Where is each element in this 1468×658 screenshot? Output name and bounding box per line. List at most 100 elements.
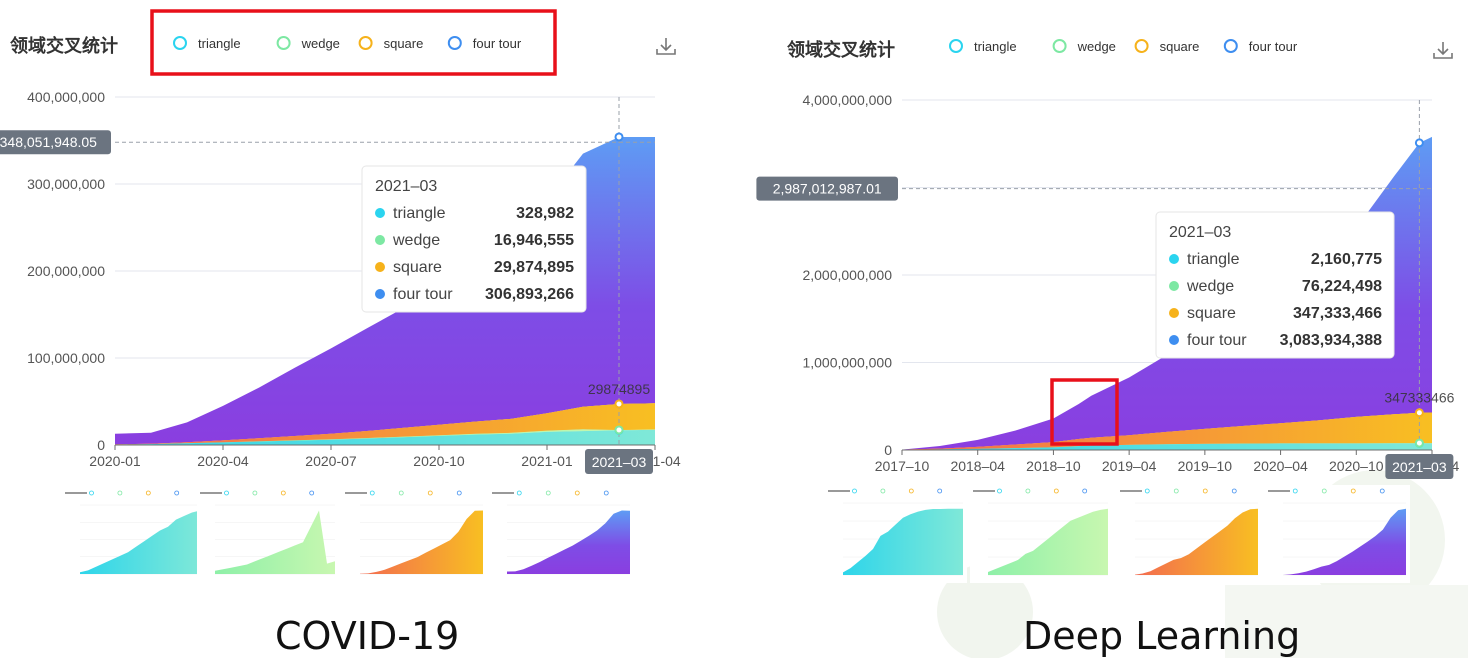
thumbnail-title-mark xyxy=(828,490,850,492)
chart-panel-0: 领域交叉统计 triangle wedge square four tour 0 100,0… xyxy=(0,9,681,582)
download-glyph xyxy=(656,38,676,55)
tooltip-series-name: triangle xyxy=(1187,251,1240,268)
legend-item-wedge[interactable]: wedge xyxy=(276,36,340,51)
hover-dot-square xyxy=(1414,408,1424,418)
x-pointer-label: 2021–03 xyxy=(592,454,647,470)
legend-marker xyxy=(447,36,462,50)
chart-panel-1: 领域交叉统计 triangle wedge square four tour 0 1,000… xyxy=(756,39,1459,583)
x-tick-label: 2020-01 xyxy=(89,453,141,469)
x-tick-label: 2020-10 xyxy=(413,453,465,469)
thumbnail-four-tour[interactable] xyxy=(489,487,634,582)
chart-title: 领域交叉统计 xyxy=(787,39,895,60)
hover-dot-square xyxy=(614,399,624,409)
tooltip-series-value: 76,224,498 xyxy=(1302,278,1382,295)
x-tick-label: 2020–04 xyxy=(1253,458,1308,474)
tooltip-marker xyxy=(1169,281,1179,291)
x-tick-label: 2020-04 xyxy=(197,453,249,469)
legend-label: square xyxy=(384,36,424,51)
tooltip-marker xyxy=(1169,335,1179,345)
x-tick-label: 2020–10 xyxy=(1329,458,1384,474)
y-tick-label: 2,000,000,000 xyxy=(802,267,892,283)
legend-item-triangle[interactable]: triangle xyxy=(173,36,241,51)
tooltip: 2021–03 triangle 2,160,775 wedge 76,224,498 s… xyxy=(1155,211,1395,359)
thumbnail-triangle[interactable] xyxy=(825,485,967,583)
legend-label: four tour xyxy=(473,36,522,51)
legend-item-four-tour[interactable]: four tour xyxy=(447,36,522,51)
tooltip-marker xyxy=(375,208,385,218)
legend-marker xyxy=(358,36,373,50)
tooltip-title: 2021–03 xyxy=(1169,224,1231,241)
tooltip-series-name: wedge xyxy=(392,232,440,249)
thumbnail-title-mark xyxy=(492,492,514,494)
legend-marker xyxy=(1134,39,1149,53)
tooltip-marker xyxy=(375,289,385,299)
thumbnail-title-mark xyxy=(200,492,222,494)
tooltip-series-value: 16,946,555 xyxy=(494,232,574,249)
tooltip-series-name: triangle xyxy=(393,205,446,222)
thumbnail-title-mark xyxy=(65,492,87,494)
legend-item-square[interactable]: square xyxy=(358,36,424,51)
thumbnail-four-tour[interactable] xyxy=(1265,485,1410,583)
legend-label: four tour xyxy=(1249,39,1298,54)
download-glyph xyxy=(1433,42,1453,59)
hover-dot-wedge xyxy=(1414,438,1424,448)
legend-item-square[interactable]: square xyxy=(1134,39,1200,54)
legend-label: triangle xyxy=(198,36,241,51)
x-tick-label: 2021-01 xyxy=(521,453,573,469)
legend-item-triangle[interactable]: triangle xyxy=(949,39,1017,54)
caption-covid: COVID-19 xyxy=(275,614,460,658)
legend-item-four-tour[interactable]: four tour xyxy=(1223,39,1298,54)
y-tick-label: 100,000,000 xyxy=(27,350,105,366)
y-tick-label: 0 xyxy=(884,442,892,458)
x-tick-label: 2020-07 xyxy=(305,453,357,469)
tooltip-marker xyxy=(1169,254,1179,264)
caption-deep-learning: Deep Learning xyxy=(1023,614,1301,658)
y-tick-label: 4,000,000,000 xyxy=(802,92,892,108)
thumbnail-title-mark xyxy=(973,490,995,492)
legend-label: square xyxy=(1160,39,1200,54)
thumbnail-title-mark xyxy=(1268,490,1290,492)
legend-marker xyxy=(173,36,187,50)
hover-dot-four-tour xyxy=(1414,138,1424,148)
x-tick-label: 2019–10 xyxy=(1178,458,1233,474)
y-pointer-label: 2,987,012,987.01 xyxy=(773,181,882,197)
series-value-label: 347333466 xyxy=(1384,390,1454,406)
thumbnail-title-mark xyxy=(1120,490,1142,492)
legend-label: wedge xyxy=(301,36,340,51)
x-tick-label: 2018–10 xyxy=(1026,458,1081,474)
tooltip-series-value: 306,893,266 xyxy=(485,286,574,303)
hover-dot-four-tour xyxy=(614,132,624,142)
legend-label: wedge xyxy=(1077,39,1116,54)
thumbnail-wedge[interactable] xyxy=(970,485,1112,583)
tooltip-series-value: 2,160,775 xyxy=(1311,251,1382,268)
thumbnail-title-mark xyxy=(345,492,367,494)
hover-dot-wedge xyxy=(614,425,624,435)
tooltip-series-name: wedge xyxy=(1186,278,1234,295)
tooltip: 2021–03 triangle 328,982 wedge 16,946,555 squ… xyxy=(361,165,587,313)
y-tick-label: 1,000,000,000 xyxy=(802,355,892,371)
legend-marker xyxy=(276,36,291,50)
y-tick-label: 0 xyxy=(97,437,105,453)
figure-canvas: 领域交叉统计 triangle wedge square four tour 0 100,0… xyxy=(0,9,1468,658)
tooltip-series-name: square xyxy=(1187,305,1236,322)
chart-title: 领域交叉统计 xyxy=(10,35,118,56)
legend-marker xyxy=(1052,39,1067,53)
thumbnail-triangle[interactable] xyxy=(62,487,204,582)
x-tick-label: 2018–04 xyxy=(950,458,1005,474)
legend-item-wedge[interactable]: wedge xyxy=(1052,39,1116,54)
legend-marker xyxy=(949,39,963,53)
tooltip-marker xyxy=(375,262,385,272)
download-icon[interactable] xyxy=(656,38,676,55)
legend-marker xyxy=(1223,39,1238,53)
y-pointer-label: 348,051,948.05 xyxy=(0,134,97,150)
x-pointer-label: 2021–03 xyxy=(1392,459,1447,475)
thumbnail-square[interactable] xyxy=(1117,485,1262,583)
legend-label: triangle xyxy=(974,39,1017,54)
download-icon[interactable] xyxy=(1433,42,1453,59)
tooltip-series-name: square xyxy=(393,259,442,276)
thumbnail-square[interactable] xyxy=(342,487,487,582)
tooltip-marker xyxy=(375,235,385,245)
tooltip-series-value: 347,333,466 xyxy=(1293,305,1382,322)
series-value-label: 29874895 xyxy=(588,381,651,397)
thumbnail-wedge[interactable] xyxy=(197,487,339,582)
